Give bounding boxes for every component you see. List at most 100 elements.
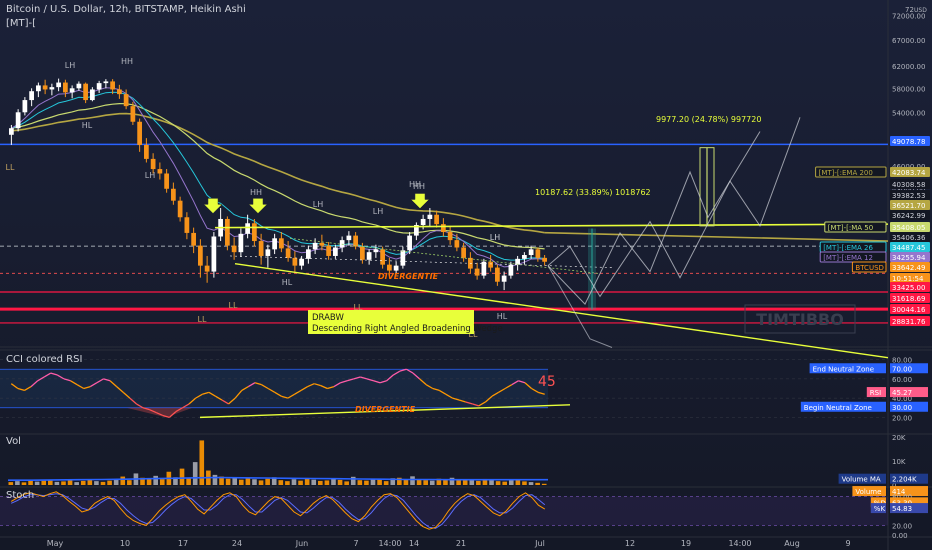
volume-bar (462, 480, 468, 485)
volume-bar (337, 479, 343, 485)
rsi-label: Begin Neutral Zone (804, 404, 872, 412)
candle-body (393, 265, 399, 271)
volume-bar (21, 482, 27, 485)
chart-canvas[interactable]: LH HHHLLLLHHHLHLHLHHHHLHHLLLLLLLHHLLL1018… (0, 0, 932, 550)
rsi-value: 30.00 (892, 404, 912, 412)
candle-body (245, 223, 250, 234)
time-axis-label[interactable]: 14 (409, 539, 419, 548)
candle-body (488, 261, 493, 268)
volume-bar (410, 476, 415, 485)
volume-pane-title[interactable]: Vol (6, 436, 21, 447)
price-label: 28831.76 (892, 318, 926, 326)
indicator-label[interactable]: [MT]-[ (6, 18, 36, 29)
pivot-label-lh: LH (145, 171, 155, 180)
price-tick-label: 58000.00 (892, 85, 925, 93)
candle-body (76, 83, 82, 89)
time-axis-label[interactable]: 24 (232, 539, 242, 548)
pivot-label-hl: HL (82, 121, 93, 130)
volume-bar (324, 480, 330, 485)
candle-body (353, 235, 358, 247)
volume-bar (443, 479, 448, 485)
volume-bar (429, 480, 435, 485)
volume-bar (54, 481, 60, 485)
candle-body (15, 112, 21, 129)
pivot-label-ll: LL (6, 163, 15, 172)
candle-body (204, 265, 210, 272)
pivot-label-hh: HH (409, 180, 421, 189)
time-axis-label[interactable]: 21 (456, 539, 466, 548)
candle-body (387, 264, 392, 271)
candle-body (474, 268, 480, 276)
time-axis-label[interactable]: 7 (353, 539, 358, 548)
volume-bar (238, 479, 244, 485)
rsi-oversold-fill (126, 407, 193, 418)
candle-body (90, 89, 95, 101)
price-label: 10:51:54 (892, 275, 924, 283)
divergence-label-price: DIVERGENTIE (378, 272, 439, 281)
volume-tick-label: 10K (892, 458, 906, 466)
stoch-pane-title[interactable]: Stoch (6, 490, 34, 501)
candle-body (265, 249, 271, 256)
indicator-flag-label: [MT]-[:EMA 12 (823, 254, 873, 262)
time-axis-label[interactable]: 9 (845, 539, 850, 548)
candle-body (501, 275, 507, 282)
price-label: 49078.78 (892, 138, 925, 146)
time-axis-label[interactable]: 10 (120, 539, 130, 548)
candle-body (434, 214, 439, 225)
candle-body (171, 188, 176, 201)
volume-bar (502, 481, 508, 485)
price-tick-label: 62000.00 (892, 63, 925, 71)
time-axis-label[interactable]: Aug (784, 539, 800, 548)
time-axis-label[interactable]: 17 (178, 539, 188, 548)
volume-bar (245, 478, 251, 485)
watermark-text: TIMTIBBO (756, 310, 844, 329)
candle-body (63, 82, 68, 93)
divergence-label-rsi: DIVERGENTIE (355, 405, 416, 414)
volume-bar (74, 482, 79, 485)
candle-body (9, 128, 14, 135)
volume-bar (8, 482, 14, 485)
volume-bar (350, 476, 356, 485)
time-axis-label[interactable]: 14:00 (378, 539, 401, 548)
candle-body (306, 249, 311, 259)
volume-bar (153, 475, 158, 485)
time-axis-label[interactable]: 14:00 (728, 539, 751, 548)
candle-body (495, 267, 500, 282)
volume-bar (383, 481, 389, 485)
candle-body (447, 232, 453, 241)
time-axis-label[interactable]: Jun (295, 539, 309, 548)
price-label: 36521.70 (892, 202, 925, 210)
pivot-label-lh: LH (65, 61, 75, 70)
indicator-flag-label: [MT]-[:EMA 26 (823, 244, 873, 252)
measure-label-2: 9977.20 (24.78%) 997720 (656, 115, 761, 124)
candle-body (164, 173, 169, 189)
volume-bar (331, 478, 336, 485)
pivot-label-lh: LH (313, 200, 323, 209)
indicator-flag-label: BTCUSD (855, 264, 884, 272)
volume-bar (179, 468, 185, 485)
price-label: 34255.94 (892, 254, 926, 262)
volume-bar (344, 481, 349, 485)
indicator-flag-label: [MT]-[:EMA 200 (819, 169, 873, 177)
rsi-label: RSI (870, 389, 881, 397)
candle-body (319, 242, 325, 246)
volume-bar (423, 480, 428, 485)
candle-body (144, 144, 149, 159)
candle-body (461, 247, 466, 258)
symbol-title[interactable]: Bitcoin / U.S. Dollar, 12h, BITSTAMP, He… (6, 4, 246, 15)
down-arrow-marker (248, 198, 268, 214)
volume-bar (212, 474, 218, 485)
time-axis-label[interactable]: 19 (681, 539, 691, 548)
ema-200-extension (544, 231, 889, 242)
candle-body (123, 94, 129, 107)
candle-body (56, 82, 61, 88)
time-axis-label[interactable]: Jul (534, 539, 545, 548)
time-axis-label[interactable]: 12 (625, 539, 635, 548)
time-axis-label[interactable]: May (47, 539, 64, 548)
candle-body (407, 235, 412, 251)
candle-body (508, 264, 514, 276)
ema-200-line (11, 112, 545, 234)
measure-label-1: 10187.62 (33.89%) 1018762 (535, 188, 651, 197)
rsi-pane-title[interactable]: CCI colored RSI (6, 354, 82, 365)
volume-bar (416, 479, 422, 485)
